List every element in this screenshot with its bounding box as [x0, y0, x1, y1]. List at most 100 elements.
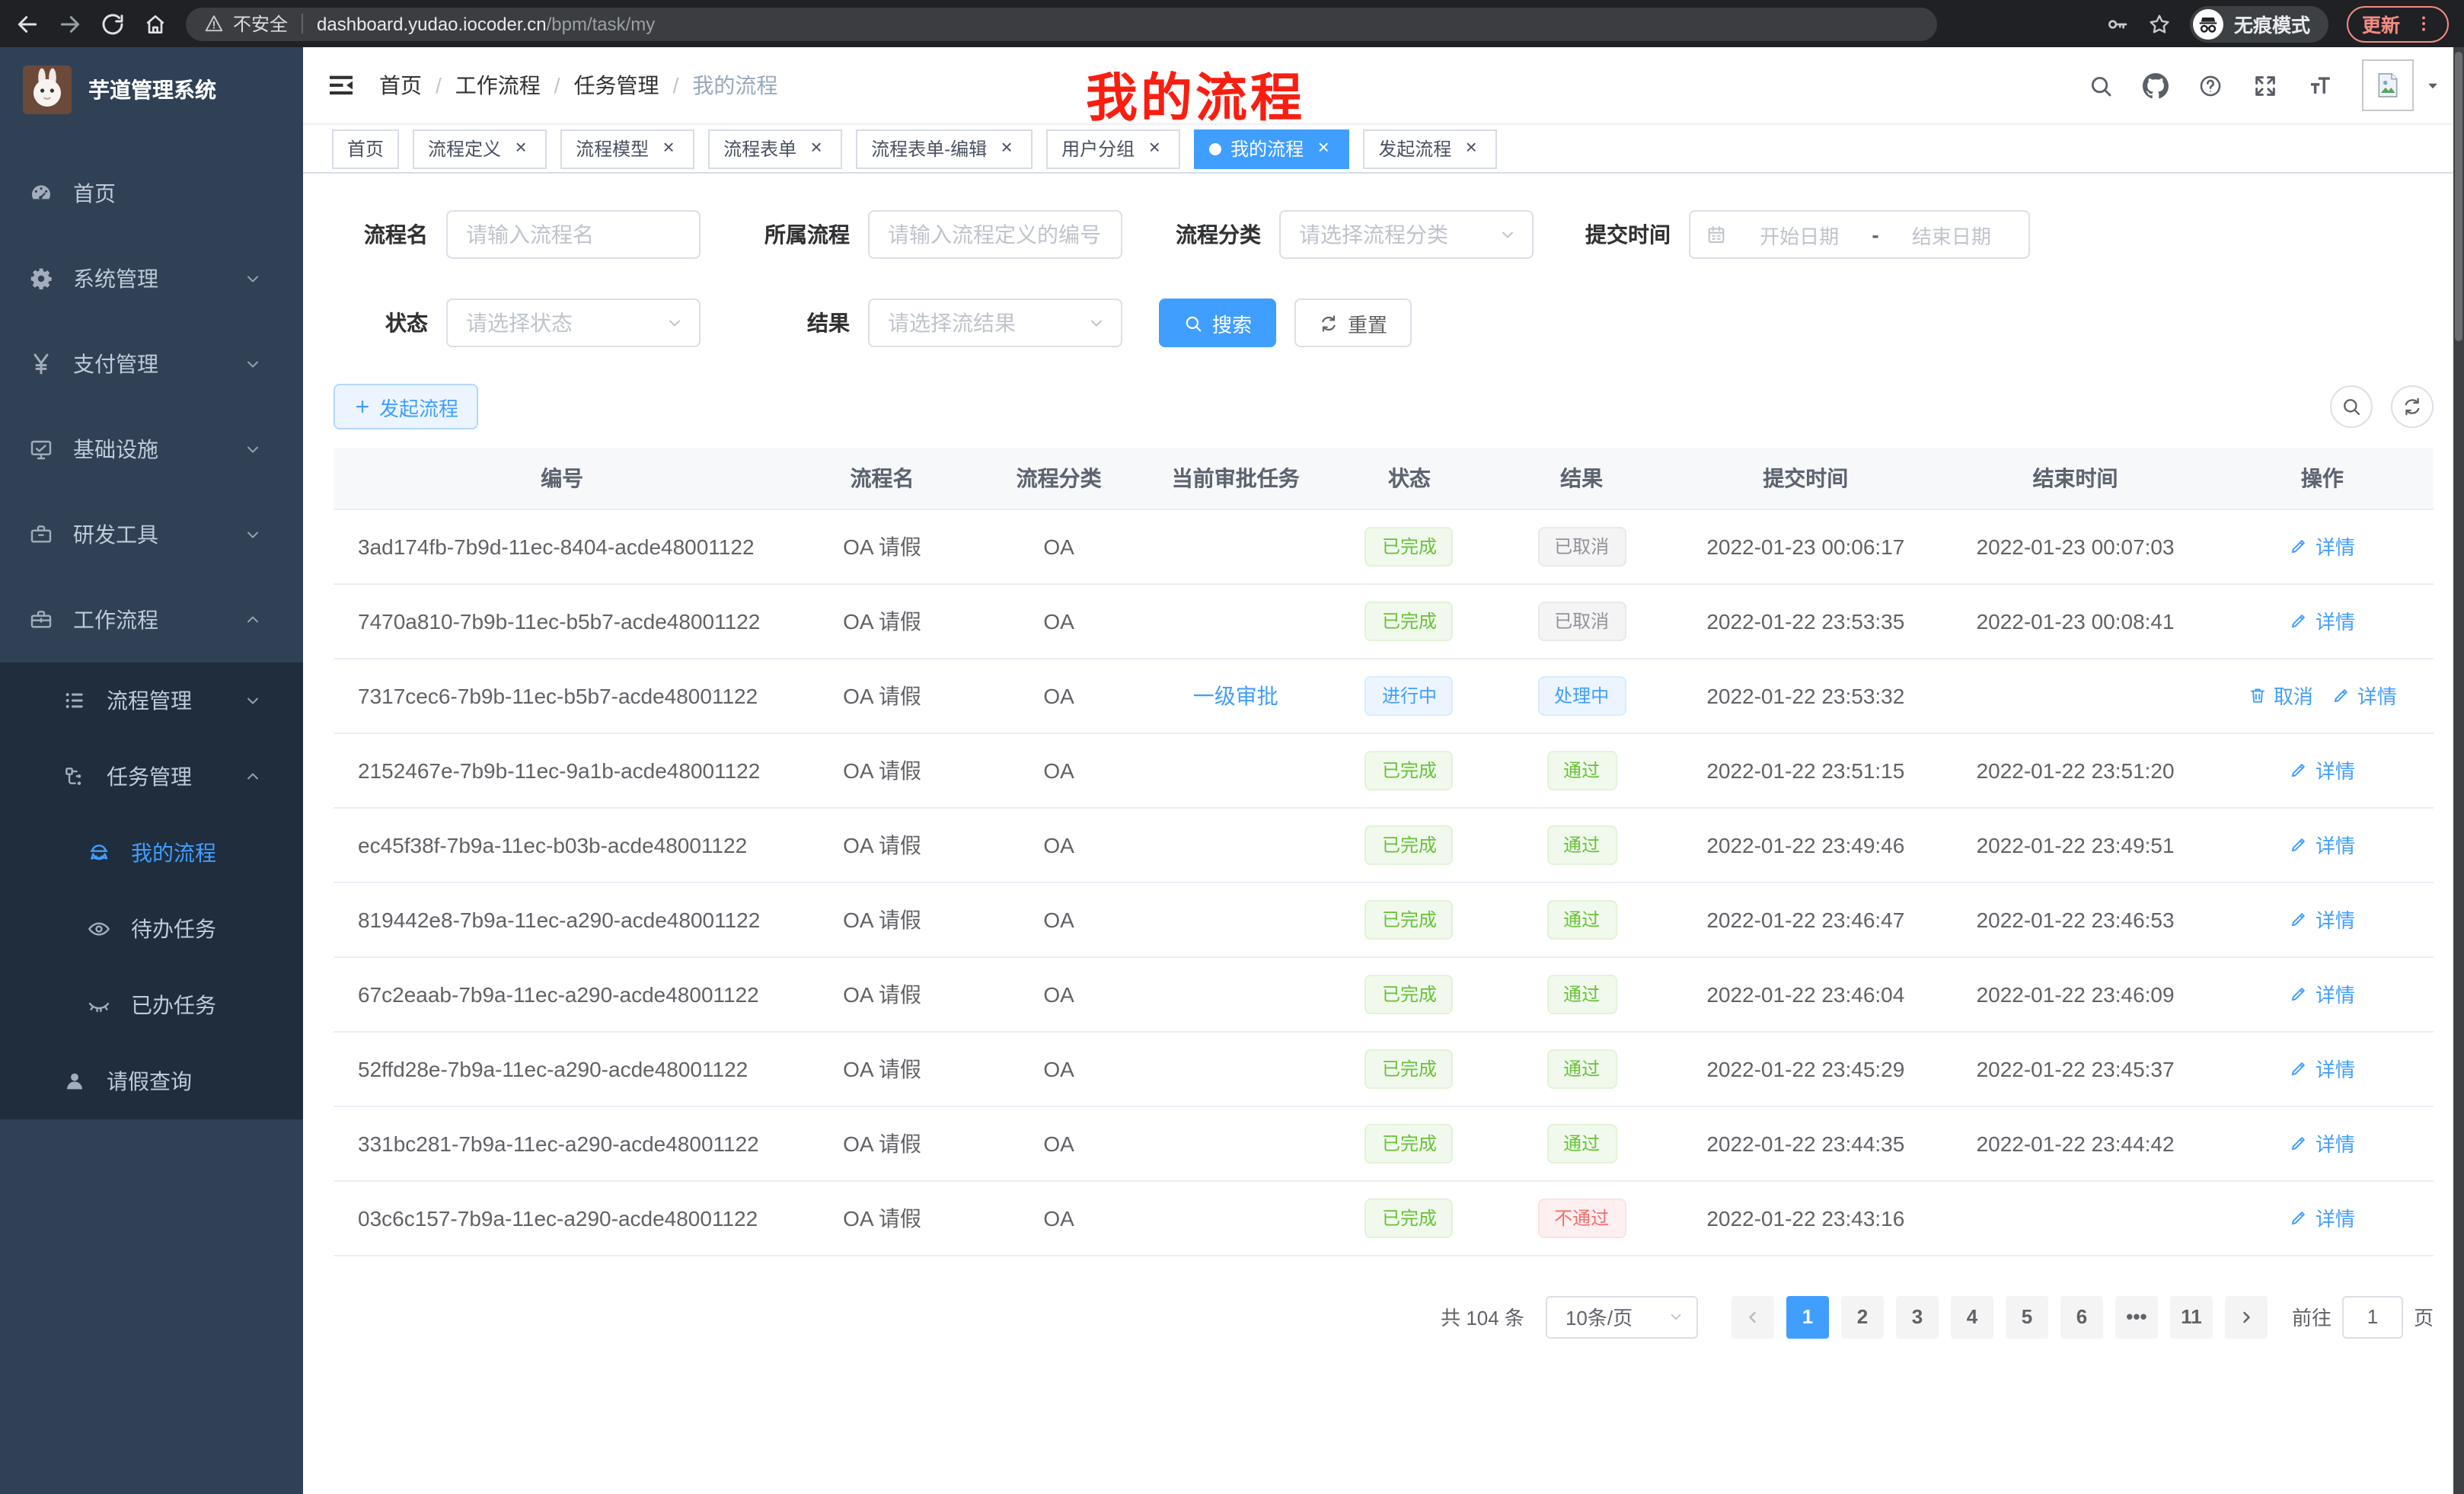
home-icon[interactable] — [143, 11, 168, 36]
reload-icon[interactable] — [101, 11, 125, 36]
sidebar-item-home[interactable]: 首页 — [0, 151, 303, 236]
cell-current-task — [1144, 956, 1327, 1031]
breadcrumb-item[interactable]: 首页 — [379, 70, 422, 101]
toggle-search-button[interactable] — [2330, 385, 2373, 428]
reset-button[interactable]: 重置 — [1294, 298, 1412, 347]
page-button-3[interactable]: 3 — [1896, 1295, 1939, 1338]
detail-action-link[interactable]: 详情 — [2290, 606, 2355, 635]
tab-home[interactable]: 首页 — [332, 129, 399, 168]
sidebar-item-system[interactable]: 系统管理 — [0, 236, 303, 321]
tab-start-process[interactable]: 发起流程× — [1363, 129, 1497, 168]
result-select[interactable]: 请选择流结果 — [868, 298, 1122, 347]
sidebar-item-process-mgmt[interactable]: 流程管理 — [0, 662, 303, 739]
process-name-input[interactable] — [446, 210, 701, 259]
password-key-icon[interactable] — [2105, 11, 2129, 36]
tab-close-icon[interactable]: × — [1313, 138, 1334, 159]
sidebar-collapse-icon[interactable] — [326, 70, 356, 101]
next-page-button[interactable] — [2225, 1295, 2268, 1338]
sidebar-item-leave-query[interactable]: 请假查询 — [0, 1043, 303, 1119]
tab-close-icon[interactable]: × — [1460, 138, 1482, 159]
page-size-select[interactable]: 10条/页 — [1546, 1295, 1698, 1338]
sidebar-item-todo-tasks[interactable]: 待办任务 — [0, 891, 303, 967]
detail-action-link[interactable]: 详情 — [2290, 1203, 2355, 1232]
page-button-6[interactable]: 6 — [2060, 1295, 2103, 1338]
tab-close-icon[interactable]: × — [996, 138, 1017, 159]
tab-process-model[interactable]: 流程模型× — [560, 129, 694, 168]
search-button[interactable]: 搜索 — [1159, 298, 1276, 347]
page-button-1[interactable]: 1 — [1786, 1295, 1829, 1338]
breadcrumb-item[interactable]: 任务管理 — [574, 70, 659, 101]
submit-time-range-picker[interactable]: 开始日期 - 结束日期 — [1689, 210, 2030, 259]
status-badge: 已完成 — [1365, 1049, 1454, 1088]
process-category-select[interactable]: 请选择流程分类 — [1279, 210, 1534, 259]
process-definition-input[interactable] — [868, 210, 1122, 259]
fullscreen-icon[interactable] — [2252, 72, 2278, 98]
action-label: 详情 — [2316, 979, 2355, 1008]
scrollbar-thumb[interactable] — [2455, 52, 2462, 341]
sidebar-item-infrastructure[interactable]: 基础设施 — [0, 407, 303, 492]
breadcrumb-item[interactable]: 工作流程 — [455, 70, 541, 101]
tab-process-definition[interactable]: 流程定义× — [413, 129, 547, 168]
tab-process-form[interactable]: 流程表单× — [708, 129, 842, 168]
browser-update-button[interactable]: 更新 — [2347, 5, 2449, 42]
detail-action-link[interactable]: 详情 — [2290, 755, 2355, 784]
chevron-down-icon — [1499, 225, 1517, 244]
goto-page-input[interactable] — [2342, 1295, 2403, 1338]
security-label[interactable]: 不安全 — [233, 11, 288, 37]
tab-process-form-edit[interactable]: 流程表单-编辑× — [856, 129, 1033, 168]
tab-close-icon[interactable]: × — [1144, 138, 1165, 159]
cell-status: 已完成 — [1327, 583, 1492, 658]
page-button-2[interactable]: 2 — [1841, 1295, 1884, 1338]
detail-action-link[interactable]: 详情 — [2290, 979, 2355, 1008]
cancel-action-link[interactable]: 取消 — [2248, 681, 2313, 710]
refresh-table-button[interactable] — [2391, 385, 2434, 428]
cell-process-name: OA 请假 — [790, 1031, 973, 1106]
cell-process-id: ec45f38f-7b9a-11ec-b03b-acde48001122 — [334, 807, 790, 882]
address-bar[interactable]: 不安全 dashboard.yudao.iocoder.cn/bpm/task/… — [186, 7, 1937, 40]
status-select[interactable]: 请选择状态 — [446, 298, 701, 347]
tab-user-group[interactable]: 用户分组× — [1046, 129, 1180, 168]
tab-close-icon[interactable]: × — [806, 138, 827, 159]
github-icon[interactable] — [2143, 72, 2169, 98]
sidebar-item-label: 我的流程 — [131, 838, 216, 868]
sidebar-item-my-process[interactable]: 我的流程 — [0, 815, 303, 891]
incognito-label: 无痕模式 — [2234, 9, 2310, 38]
sidebar-item-task-mgmt[interactable]: 任务管理 — [0, 739, 303, 815]
sidebar-item-label: 待办任务 — [131, 914, 216, 944]
detail-action-link[interactable]: 详情 — [2290, 905, 2355, 934]
help-icon[interactable] — [2197, 72, 2223, 98]
page-button-11[interactable]: 11 — [2170, 1295, 2213, 1338]
detail-action-link[interactable]: 详情 — [2290, 830, 2355, 859]
pagination-ellipsis[interactable]: ••• — [2115, 1295, 2158, 1338]
sidebar-item-dev-tools[interactable]: 研发工具 — [0, 492, 303, 577]
detail-action-link[interactable]: 详情 — [2290, 1128, 2355, 1157]
start-process-button[interactable]: 发起流程 — [334, 384, 478, 429]
filter-status: 状态 请选择状态 — [334, 298, 701, 347]
detail-action-link[interactable]: 详情 — [2332, 681, 2397, 710]
tab-close-icon[interactable]: × — [510, 138, 531, 159]
table-row: ec45f38f-7b9a-11ec-b03b-acde48001122OA 请… — [334, 807, 2434, 882]
current-task-link[interactable]: 一级审批 — [1193, 683, 1278, 707]
page-url[interactable]: dashboard.yudao.iocoder.cn/bpm/task/my — [317, 13, 655, 34]
detail-action-link[interactable]: 详情 — [2290, 532, 2355, 560]
page-button-4[interactable]: 4 — [1951, 1295, 1993, 1338]
kebab-menu-icon[interactable] — [2414, 14, 2434, 34]
font-size-icon[interactable] — [2307, 72, 2333, 98]
back-icon[interactable] — [15, 11, 40, 36]
user-avatar-dropdown[interactable] — [2362, 59, 2441, 111]
detail-action-link[interactable]: 详情 — [2290, 1054, 2355, 1083]
prev-page-button[interactable] — [1732, 1295, 1774, 1338]
tab-my-process[interactable]: 我的流程× — [1194, 129, 1349, 168]
search-icon[interactable] — [2088, 72, 2114, 98]
sidebar-item-done-tasks[interactable]: 已办任务 — [0, 967, 303, 1043]
sidebar-item-workflow[interactable]: 工作流程 — [0, 577, 303, 662]
avatar[interactable] — [2362, 59, 2414, 111]
sidebar-item-payment[interactable]: 支付管理 — [0, 321, 303, 407]
forward-icon[interactable] — [58, 11, 82, 36]
window-scrollbar[interactable] — [2453, 47, 2464, 1494]
action-label: 详情 — [2316, 606, 2355, 635]
bookmark-star-icon[interactable] — [2147, 11, 2172, 36]
page-button-5[interactable]: 5 — [2006, 1295, 2048, 1338]
tab-close-icon[interactable]: × — [658, 138, 679, 159]
edit-icon — [2290, 536, 2309, 556]
